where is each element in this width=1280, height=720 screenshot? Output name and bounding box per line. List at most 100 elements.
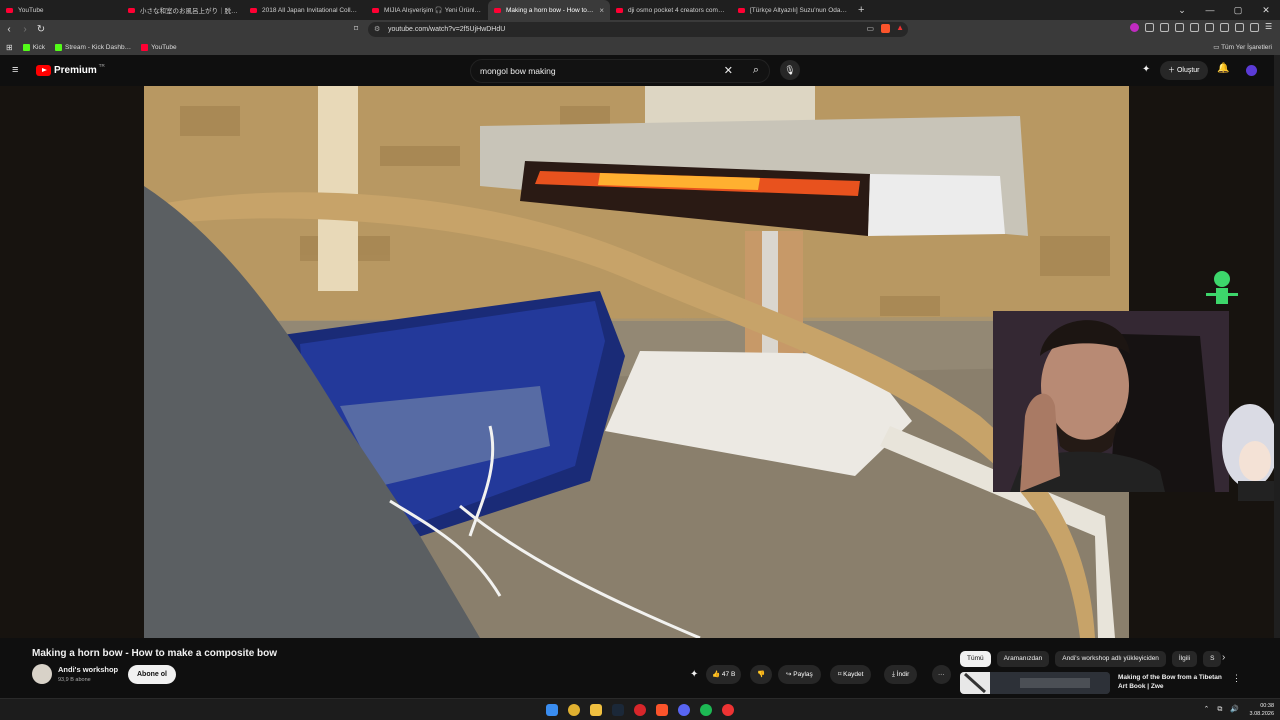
search-box[interactable]: mongol bow making ✕ ⌕ [470,59,770,83]
browser-tab[interactable]: [Türkçe Altyazılı] Suzu'nun Oda Turu… [732,0,854,20]
download-button[interactable]: ⤓ İndir [884,665,918,684]
music-icon[interactable] [1175,23,1184,32]
extension-icon[interactable] [1190,23,1199,32]
tab-title: Making a horn bow - How to… [506,6,594,14]
site-info-icon[interactable]: ⚙ [374,25,380,33]
windows-start-icon[interactable] [546,704,558,716]
save-button[interactable]: ⌑ Kaydet [830,665,872,684]
thumbnail-image [960,672,1110,694]
notifications-bell-icon[interactable]: 🔔 [1217,63,1229,74]
thumbs-up-icon: 👍 [712,671,721,678]
tab-title: 2018 All Japan Invitational College C… [262,6,360,14]
apps-grid-icon[interactable]: ⊞ [6,43,13,52]
video-player[interactable] [0,86,1274,638]
forward-icon[interactable]: › [18,24,32,35]
youtube-favicon-icon [616,7,623,13]
like-count: 47 B [721,671,736,678]
create-button[interactable]: ＋ Oluştur [1160,61,1208,80]
vpn-icon[interactable] [1250,23,1259,32]
recorder-icon[interactable] [722,704,734,716]
puzzle-icon[interactable] [1235,23,1244,32]
wallet-icon[interactable] [1220,23,1229,32]
browser-tab[interactable]: 2018 All Japan Invitational College C… [244,0,366,20]
watch-metadata: Making a horn bow - How to make a compos… [0,638,1280,698]
voice-search-mic-icon[interactable]: 🎙 [780,60,800,80]
browser-tab[interactable]: YouTube [0,0,122,20]
browser-tab[interactable]: MIJIA Alışverişim 🎧 Yeni Ürünler… [366,0,488,20]
back-icon[interactable]: ‹ [2,24,16,35]
reload-icon[interactable]: ↻ [34,24,48,35]
search-icon[interactable]: ⌕ [753,64,759,77]
recommended-video-title[interactable]: Making of the Bow from a Tibetan Art Boo… [1118,673,1228,691]
steam-icon[interactable] [612,704,624,716]
search-input[interactable]: mongol bow making [480,66,556,76]
system-tray[interactable]: ⌃ ⧉ 🔊 [1204,705,1242,714]
browser-tab[interactable]: 小さな和室のお風呂上がり｜脱衣所が… [122,0,244,20]
logo-region: TR [98,63,105,68]
bookmark-favicon-icon [141,43,149,51]
brave-icon[interactable] [656,704,668,716]
tab-title: dji osmo pocket 4 creators combo - [628,6,726,14]
bookmark-favicon-icon [54,43,62,51]
bookmark-item[interactable]: Stream - Kick Dashb… [54,43,132,51]
filter-chip[interactable]: Andi's workshop adlı yükleyiciden [1055,651,1166,667]
share-icon: ↪ [786,671,792,678]
filter-chip[interactable]: Aramanızdan [996,651,1050,667]
bookmark-label: Stream - Kick Dashb… [64,43,132,51]
channel-avatar[interactable] [32,664,52,684]
recommended-thumbnail[interactable] [960,672,1110,694]
discord-icon[interactable] [678,704,690,716]
recommended-more-icon[interactable]: ⋮ [1232,673,1241,684]
brave-shields-icon[interactable] [881,24,890,33]
channel-name[interactable]: Andi's workshop [58,665,118,674]
create-label: Oluştur [1176,67,1200,74]
close-tab-icon[interactable]: × [599,6,604,15]
chips-next-icon[interactable]: › [1222,652,1225,663]
file-explorer-icon[interactable] [590,704,602,716]
extension-icon[interactable] [1160,23,1169,32]
clock-time: 00:38 [1260,703,1274,709]
minimize-icon[interactable]: — [1196,5,1224,15]
subscribe-button[interactable]: Abone ol [128,665,176,684]
new-tab-button[interactable]: + [858,4,864,16]
bookmark-list: Kick Stream - Kick Dashb… YouTube [13,43,177,51]
ask-ai-icon[interactable]: ✦ [690,669,698,680]
bookmark-item[interactable]: YouTube [141,43,177,51]
windows-taskbar: ⌃ ⧉ 🔊 00:38 3.08.2026 [0,698,1280,720]
clock[interactable]: 00:38 3.08.2026 [1250,702,1274,718]
maximize-icon[interactable]: ▢ [1224,5,1252,16]
youtube-premium-logo[interactable]: Premium TR [36,63,105,76]
opera-icon[interactable] [634,704,646,716]
address-bar[interactable]: ⚙ youtube.com/watch?v=2f5UjHwDHdU ▭ ▲ [368,22,908,37]
spotify-icon[interactable] [700,704,712,716]
gemini-ai-icon[interactable]: ✦ [1142,64,1150,75]
like-button[interactable]: 👍 47 B [706,665,742,684]
youtube-favicon-icon [128,7,135,13]
chrome-icon[interactable] [568,704,580,716]
bookmark-item[interactable]: Kick [22,43,45,51]
hamburger-menu-icon[interactable]: ≡ [12,65,18,76]
extension-icon[interactable] [1130,23,1139,32]
tab-title: [Türkçe Altyazılı] Suzu'nun Oda Turu… [750,6,848,14]
more-actions-button[interactable]: ··· [932,665,951,684]
account-avatar[interactable] [1246,65,1257,76]
filter-chip[interactable]: S [1203,651,1222,667]
bookmark-label: YouTube [151,43,177,51]
rewards-icon[interactable]: ▲ [896,23,904,32]
page-scrollbar[interactable] [1274,55,1280,698]
browser-tab[interactable]: dji osmo pocket 4 creators combo - [610,0,732,20]
browser-tab[interactable]: Making a horn bow - How to… × [488,0,610,20]
bookmark-page-icon[interactable]: ⌑ [354,24,358,33]
tab-search-icon[interactable]: ⌄ [1168,5,1196,16]
close-window-icon[interactable]: ✕ [1252,5,1280,16]
filter-chip[interactable]: Tümü [960,651,991,667]
menu-icon[interactable]: ☰ [1265,23,1274,32]
filter-chip[interactable]: İlgili [1171,651,1198,667]
dislike-button[interactable]: 👎 [750,665,773,684]
extension-icon[interactable] [1145,23,1154,32]
sidebar-icon[interactable] [1205,23,1214,32]
share-button[interactable]: ↪ Paylaş [778,665,821,684]
clear-search-icon[interactable]: ✕ [724,64,733,77]
all-bookmarks-link[interactable]: ▭ Tüm Yer İşaretleri [1213,43,1272,51]
cast-icon[interactable]: ▭ [866,24,874,33]
